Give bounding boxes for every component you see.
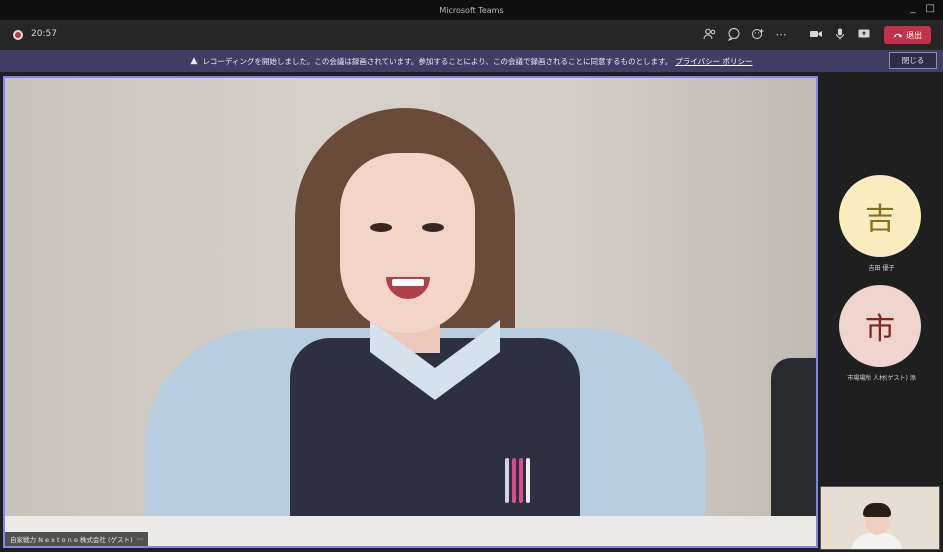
eye-shape bbox=[422, 223, 444, 232]
camera-icon[interactable] bbox=[808, 27, 824, 43]
window-titlebar: Microsoft Teams _ □ bbox=[0, 0, 943, 20]
chat-icon[interactable] bbox=[726, 27, 742, 43]
avatar[interactable]: 吉 bbox=[839, 175, 921, 257]
main-video-stage[interactable]: 自家戦力 N e x t o n e 株式会社 (ゲスト) ⋯ bbox=[3, 76, 818, 548]
more-icon[interactable]: ⋯ bbox=[773, 27, 789, 43]
leave-button[interactable]: 退出 bbox=[884, 26, 931, 44]
avatar-initial: 市 bbox=[865, 312, 895, 347]
mouth-shape bbox=[386, 277, 430, 299]
participant-roster: 吉 吉田 優子 市 市場場所 人材(ゲスト) 添 bbox=[820, 76, 943, 552]
banner-message: レコーディングを開始しました。この会議は録画されています。参加することにより、こ… bbox=[202, 56, 673, 66]
self-view-video[interactable] bbox=[820, 486, 940, 550]
more-options-icon[interactable]: ⋯ bbox=[137, 535, 144, 543]
mic-icon[interactable] bbox=[832, 27, 848, 43]
minimize-icon[interactable]: _ bbox=[911, 3, 916, 14]
leave-label: 退出 bbox=[906, 30, 922, 40]
face-shape bbox=[340, 153, 475, 333]
pens-shape bbox=[505, 458, 535, 508]
window-controls: _ □ bbox=[911, 3, 935, 14]
meeting-toolbar: 20:57 ⋯ 退出 bbox=[0, 20, 943, 50]
self-hair-shape bbox=[863, 503, 891, 517]
reactions-icon[interactable] bbox=[750, 27, 766, 43]
privacy-policy-link[interactable]: プライバシー ポリシー bbox=[675, 56, 752, 67]
chair-shape bbox=[771, 358, 816, 528]
avatar-initial: 吉 bbox=[865, 202, 895, 237]
window-title: Microsoft Teams bbox=[439, 5, 504, 15]
participant-video bbox=[145, 98, 705, 546]
roster-name: 吉田 優子 bbox=[868, 265, 895, 272]
meeting-timer: 20:57 bbox=[31, 29, 57, 39]
share-icon[interactable] bbox=[856, 27, 872, 43]
recording-indicator-icon bbox=[13, 30, 23, 40]
participants-icon[interactable] bbox=[702, 27, 718, 43]
self-body-shape bbox=[851, 533, 903, 549]
participant-name-tag: 自家戦力 N e x t o n e 株式会社 (ゲスト) ⋯ bbox=[5, 532, 149, 546]
roster-name: 市場場所 人材(ゲスト) 添 bbox=[847, 375, 916, 382]
recording-banner: ▲ レコーディングを開始しました。この会議は録画されています。参加することにより… bbox=[0, 50, 943, 72]
participant-name: 自家戦力 N e x t o n e 株式会社 (ゲスト) bbox=[10, 536, 133, 544]
eye-shape bbox=[370, 223, 392, 232]
avatar[interactable]: 市 bbox=[839, 285, 921, 367]
maximize-icon[interactable]: □ bbox=[926, 3, 935, 14]
banner-close-button[interactable]: 閉じる bbox=[889, 52, 937, 69]
warning-icon: ▲ bbox=[190, 56, 198, 66]
phone-hangup-icon bbox=[894, 33, 902, 38]
